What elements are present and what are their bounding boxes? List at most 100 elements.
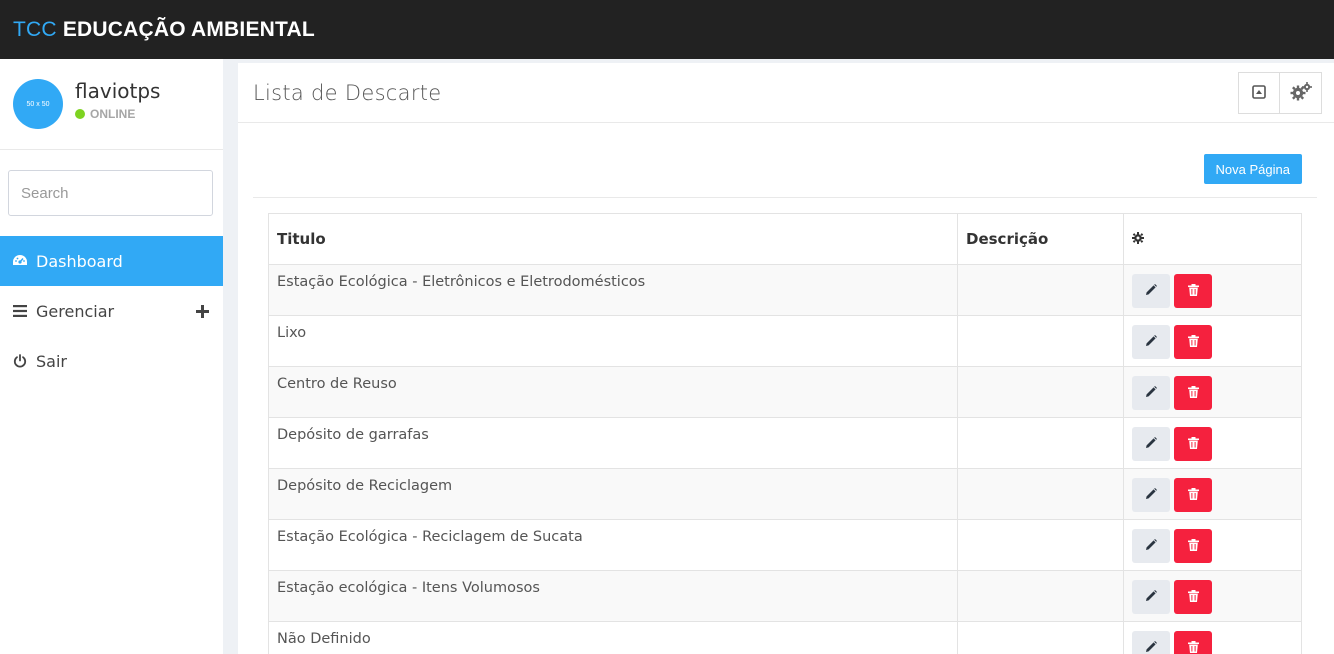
row-actions xyxy=(1132,478,1293,512)
table-row: Centro de Reuso xyxy=(268,366,1302,418)
brand-accent: TCC xyxy=(13,17,57,41)
sidebar-item-dashboard[interactable]: Dashboard xyxy=(0,236,223,286)
user-profile: 50 x 50 flaviotps ONLINE xyxy=(0,59,223,150)
search-input[interactable] xyxy=(8,170,213,216)
panel-header: Lista de Descarte xyxy=(238,63,1334,123)
cell-actions xyxy=(1123,315,1302,367)
trash-icon xyxy=(1187,538,1199,554)
cell-descricao xyxy=(957,519,1124,571)
sidebar-item-sair[interactable]: Sair xyxy=(0,336,223,386)
row-actions xyxy=(1132,325,1293,359)
row-actions xyxy=(1132,580,1293,614)
sidebar-item-label: Gerenciar xyxy=(36,301,115,321)
pencil-icon xyxy=(1145,385,1157,401)
table-header-row: Titulo Descrição xyxy=(268,213,1302,265)
column-header-titulo[interactable]: Titulo xyxy=(268,213,958,265)
cell-descricao xyxy=(957,468,1124,520)
delete-button[interactable] xyxy=(1174,478,1212,512)
table-row: Lixo xyxy=(268,315,1302,367)
trash-icon xyxy=(1187,487,1199,503)
edit-button[interactable] xyxy=(1132,631,1170,654)
cell-actions xyxy=(1123,468,1302,520)
brand-logo[interactable]: TCC EDUCAÇÃO AMBIENTAL xyxy=(13,18,315,42)
cell-actions xyxy=(1123,621,1302,654)
pencil-icon xyxy=(1145,436,1157,452)
trash-icon xyxy=(1187,385,1199,401)
cell-titulo: Centro de Reuso xyxy=(268,366,958,418)
pencil-icon xyxy=(1145,538,1157,554)
table-row: Não Definido xyxy=(268,621,1302,654)
edit-button[interactable] xyxy=(1132,274,1170,308)
new-page-button[interactable]: Nova Página xyxy=(1203,154,1302,184)
collapse-button[interactable] xyxy=(1238,72,1280,114)
cell-titulo: Estação Ecológica - Reciclagem de Sucata xyxy=(268,519,958,571)
cell-titulo: Estação Ecológica - Eletrônicos e Eletro… xyxy=(268,264,958,316)
delete-button[interactable] xyxy=(1174,325,1212,359)
column-header-actions xyxy=(1123,213,1302,265)
delete-button[interactable] xyxy=(1174,427,1212,461)
table-row: Estação Ecológica - Reciclagem de Sucata xyxy=(268,519,1302,571)
sidebar-item-label: Dashboard xyxy=(36,251,123,271)
edit-button[interactable] xyxy=(1132,427,1170,461)
table-body: Estação Ecológica - Eletrônicos e Eletro… xyxy=(268,264,1302,654)
cell-titulo: Depósito de garrafas xyxy=(268,417,958,469)
search-wrapper xyxy=(0,150,223,216)
row-actions xyxy=(1132,274,1293,308)
username: flaviotps xyxy=(75,79,161,103)
delete-button[interactable] xyxy=(1174,631,1212,654)
edit-button[interactable] xyxy=(1132,529,1170,563)
cell-titulo: Depósito de Reciclagem xyxy=(268,468,958,520)
edit-button[interactable] xyxy=(1132,376,1170,410)
pencil-icon xyxy=(1145,487,1157,503)
cell-descricao xyxy=(957,417,1124,469)
table-row: Depósito de garrafas xyxy=(268,417,1302,469)
cell-titulo: Estação ecológica - Itens Volumosos xyxy=(268,570,958,622)
table-row: Depósito de Reciclagem xyxy=(268,468,1302,520)
edit-button[interactable] xyxy=(1132,478,1170,512)
cell-descricao xyxy=(957,366,1124,418)
cell-actions xyxy=(1123,264,1302,316)
pencil-icon xyxy=(1145,640,1157,654)
power-icon xyxy=(12,354,28,368)
gears-icon xyxy=(1290,81,1312,105)
sidebar-item-gerenciar[interactable]: Gerenciar xyxy=(0,286,223,336)
caret-square-up-icon xyxy=(1252,84,1266,102)
online-dot-icon xyxy=(75,109,85,119)
status-label: ONLINE xyxy=(90,107,136,121)
cell-actions xyxy=(1123,366,1302,418)
trash-icon xyxy=(1187,640,1199,654)
cell-descricao xyxy=(957,315,1124,367)
delete-button[interactable] xyxy=(1174,529,1212,563)
settings-button[interactable] xyxy=(1280,72,1322,114)
sidebar-item-label: Sair xyxy=(36,351,67,371)
cog-icon xyxy=(1132,230,1144,248)
top-navbar: TCC EDUCAÇÃO AMBIENTAL xyxy=(0,0,1334,59)
row-actions xyxy=(1132,427,1293,461)
delete-button[interactable] xyxy=(1174,274,1212,308)
header-actions xyxy=(1238,72,1322,114)
delete-button[interactable] xyxy=(1174,580,1212,614)
sidebar-menu: Dashboard Gerenciar Sair xyxy=(0,236,223,386)
pencil-icon xyxy=(1145,334,1157,350)
cell-titulo: Não Definido xyxy=(268,621,958,654)
row-actions xyxy=(1132,376,1293,410)
profile-info: flaviotps ONLINE xyxy=(75,79,160,121)
delete-button[interactable] xyxy=(1174,376,1212,410)
cell-descricao xyxy=(957,264,1124,316)
cell-descricao xyxy=(957,570,1124,622)
edit-button[interactable] xyxy=(1132,325,1170,359)
table-row: Estação Ecológica - Eletrônicos e Eletro… xyxy=(268,264,1302,316)
edit-button[interactable] xyxy=(1132,580,1170,614)
brand-title: EDUCAÇÃO AMBIENTAL xyxy=(62,17,315,41)
main-panel: Lista de Descarte Nova Página Titulo Des… xyxy=(238,63,1334,654)
trash-icon xyxy=(1187,334,1199,350)
trash-icon xyxy=(1187,589,1199,605)
row-actions xyxy=(1132,631,1293,654)
trash-icon xyxy=(1187,436,1199,452)
column-header-descricao[interactable]: Descrição xyxy=(957,213,1124,265)
plus-icon[interactable] xyxy=(196,299,209,323)
cell-titulo: Lixo xyxy=(268,315,958,367)
cell-actions xyxy=(1123,519,1302,571)
table-row: Estação ecológica - Itens Volumosos xyxy=(268,570,1302,622)
sidebar: 50 x 50 flaviotps ONLINE Dashboard Geren… xyxy=(0,59,223,654)
